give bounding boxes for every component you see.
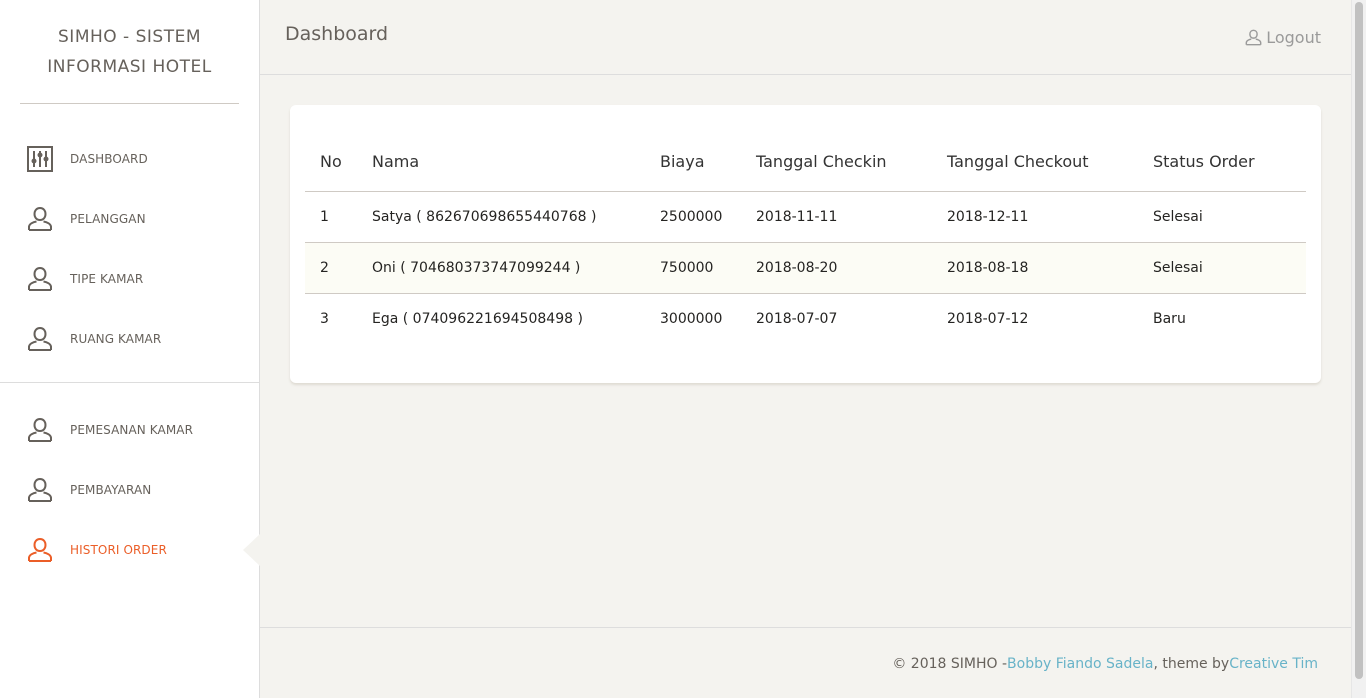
main-panel: Dashboard Logout No Nama Biaya Tanggal C… (260, 0, 1351, 698)
sidebar-item-pemesanan-kamar[interactable]: PEMESANAN KAMAR (0, 400, 259, 460)
logout-label: Logout (1266, 27, 1321, 47)
sidebar-item-label: DASHBOARD (70, 152, 148, 166)
sidebar-divider (0, 382, 259, 383)
sidebar-item-label: TIPE KAMAR (70, 272, 144, 286)
brand-title[interactable]: SIMHO - SISTEM INFORMASI HOTEL (40, 22, 220, 82)
cell-nama: Satya ( 862670698655440768 ) (357, 191, 645, 243)
cell-checkin: 2018-08-20 (741, 242, 932, 294)
cell-status: Baru (1153, 310, 1186, 327)
user-icon (27, 537, 53, 563)
sidebar-item-pelanggan[interactable]: PELANGGAN (0, 189, 259, 249)
sidebar-nav-secondary: PEMESANAN KAMAR PEMBAYARAN HISTORI ORDER (0, 400, 260, 580)
vertical-scrollbar[interactable] (1351, 0, 1366, 698)
user-icon (1245, 29, 1262, 46)
logout-button[interactable]: Logout (1245, 28, 1321, 47)
column-header-nama: Nama (357, 145, 645, 192)
footer: © 2018 SIMHO - Bobby Fiando Sadela, them… (260, 627, 1351, 698)
footer-copyright: © 2018 SIMHO - (892, 656, 1008, 672)
cell-no: 3 (320, 310, 329, 327)
table-row: 2 Oni ( 704680373747099244 ) 750000 2018… (305, 242, 1306, 294)
user-icon (27, 326, 53, 352)
panel-settings-icon (27, 146, 53, 172)
cell-no: 1 (305, 191, 357, 243)
cell-checkout: 2018-08-18 (932, 242, 1138, 294)
table-header-row: No Nama Biaya Tanggal Checkin Tanggal Ch… (305, 145, 1306, 192)
user-icon (27, 206, 53, 232)
footer-theme-text: , theme by (1153, 656, 1230, 672)
sidebar-item-label: PEMESANAN KAMAR (70, 423, 194, 437)
footer-theme-link[interactable]: Creative Tim (1229, 656, 1318, 672)
column-header-checkin: Tanggal Checkin (741, 145, 932, 192)
sidebar-item-label: RUANG KAMAR (70, 332, 162, 346)
user-icon (27, 266, 53, 292)
top-navbar: Dashboard Logout (260, 0, 1351, 75)
cell-biaya: 3000000 (660, 310, 723, 327)
cell-status: Selesai (1138, 191, 1306, 243)
cell-biaya: 2500000 (645, 191, 741, 243)
table-row: 3 Ega ( 074096221694508498 ) 3000000 201… (305, 293, 1306, 344)
sidebar-item-label: PEMBAYARAN (70, 483, 152, 497)
user-icon (27, 477, 53, 503)
brand: SIMHO - SISTEM INFORMASI HOTEL (20, 0, 239, 104)
sidebar-item-label: HISTORI ORDER (70, 543, 167, 557)
cell-checkout: 2018-12-11 (932, 191, 1138, 243)
sidebar-item-tipe-kamar[interactable]: TIPE KAMAR (0, 249, 259, 309)
sidebar-item-ruang-kamar[interactable]: RUANG KAMAR (0, 309, 259, 369)
page-title[interactable]: Dashboard (285, 23, 388, 45)
sidebar-item-histori-order[interactable]: HISTORI ORDER (0, 520, 260, 580)
sidebar-item-pembayaran[interactable]: PEMBAYARAN (0, 460, 259, 520)
sidebar-item-label: PELANGGAN (70, 212, 146, 226)
column-header-status: Status Order (1138, 145, 1306, 192)
column-header-no: No (305, 145, 357, 192)
cell-checkin: 2018-07-07 (756, 310, 838, 327)
cell-biaya: 750000 (645, 242, 741, 294)
order-history-card: No Nama Biaya Tanggal Checkin Tanggal Ch… (290, 105, 1321, 383)
order-history-table: No Nama Biaya Tanggal Checkin Tanggal Ch… (305, 145, 1306, 344)
cell-checkin: 2018-11-11 (741, 191, 932, 243)
footer-author-link[interactable]: Bobby Fiando Sadela (1007, 656, 1153, 672)
user-icon (27, 417, 53, 443)
cell-nama: Ega ( 074096221694508498 ) (372, 310, 583, 327)
sidebar-nav-main: DASHBOARD PELANGGAN TIPE KAMAR RUANG KAM… (0, 104, 259, 369)
sidebar: SIMHO - SISTEM INFORMASI HOTEL DASHBOARD (0, 0, 260, 698)
cell-nama: Oni ( 704680373747099244 ) (357, 242, 645, 294)
cell-status: Selesai (1138, 242, 1306, 294)
column-header-checkout: Tanggal Checkout (932, 145, 1138, 192)
table-row: 1 Satya ( 862670698655440768 ) 2500000 2… (305, 191, 1306, 243)
scrollbar-thumb[interactable] (1355, 2, 1363, 679)
column-header-biaya: Biaya (645, 145, 741, 192)
sidebar-item-dashboard[interactable]: DASHBOARD (0, 129, 259, 189)
cell-no: 2 (305, 242, 357, 294)
cell-checkout: 2018-07-12 (947, 310, 1029, 327)
